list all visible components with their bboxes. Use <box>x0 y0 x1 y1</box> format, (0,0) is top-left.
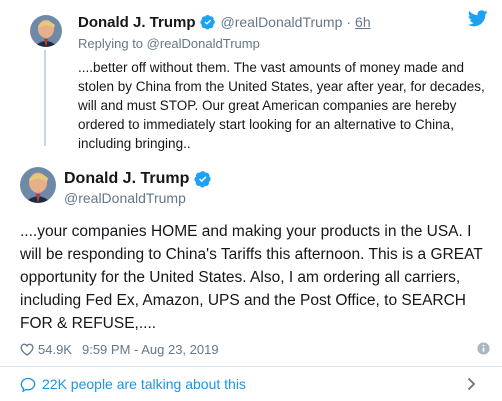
parent-author-name[interactable]: Donald J. Trump <box>78 14 196 31</box>
parent-tweet[interactable]: Donald J. Trump @realDonaldTrump · 6h Re… <box>14 0 494 151</box>
replying-prefix: Replying to <box>78 36 144 51</box>
twitter-bird-icon[interactable] <box>468 10 488 27</box>
parent-author-handle[interactable]: @realDonaldTrump <box>221 14 343 30</box>
like-count[interactable]: 54.9K <box>38 342 72 357</box>
talking-count-label: 22K people are talking about this <box>42 376 246 392</box>
info-icon[interactable] <box>477 342 490 355</box>
thread-connector-line <box>44 50 46 146</box>
parent-avatar[interactable] <box>30 15 62 47</box>
verified-badge-icon <box>194 171 212 188</box>
replying-to-line: Replying to @realDonaldTrump <box>78 36 260 51</box>
separator-dot: · <box>346 14 352 30</box>
main-avatar[interactable] <box>20 167 56 203</box>
parent-tweet-text: ....better off without them. The vast am… <box>78 60 485 151</box>
speech-bubble-icon <box>20 377 36 392</box>
tweet-timestamp[interactable]: 9:59 PM - Aug 23, 2019 <box>82 342 219 357</box>
chevron-right-icon <box>467 377 476 391</box>
main-author-handle[interactable]: @realDonaldTrump <box>64 190 186 206</box>
main-tweet-text: ....your companies HOME and making your … <box>20 223 483 332</box>
parent-header: Donald J. Trump @realDonaldTrump · 6h <box>78 12 371 32</box>
main-author-name-row: Donald J. Trump <box>64 170 212 188</box>
tweet-meta-row: 54.9K 9:59 PM - Aug 23, 2019 <box>20 339 482 359</box>
heart-icon[interactable] <box>20 343 34 356</box>
parent-timestamp-link[interactable]: 6h <box>355 14 371 30</box>
main-author-name[interactable]: Donald J. Trump <box>64 170 189 188</box>
verified-badge-icon <box>199 15 215 30</box>
replying-to-mention[interactable]: @realDonaldTrump <box>147 36 260 51</box>
embedded-tweet-card: Donald J. Trump @realDonaldTrump · 6h Re… <box>0 0 502 401</box>
conversation-link[interactable]: 22K people are talking about this <box>0 367 502 401</box>
